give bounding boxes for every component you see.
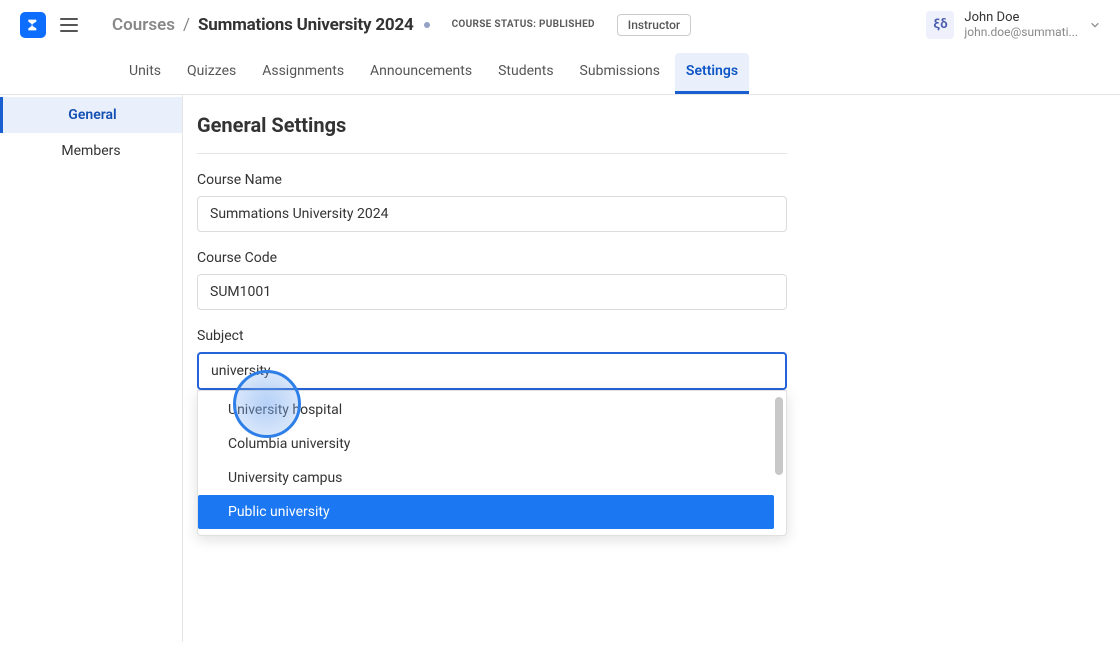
sidebar-item-general[interactable]: General	[0, 97, 182, 133]
page-title: General Settings	[197, 113, 787, 154]
subject-label: Subject	[197, 328, 787, 344]
tab-announcements[interactable]: Announcements	[359, 53, 483, 94]
avatar-initials: ξδ	[933, 17, 947, 32]
dropdown-option[interactable]: University campus	[198, 461, 774, 495]
subject-combobox: University hospital Columbia university …	[197, 352, 787, 390]
dropdown-option-highlighted[interactable]: Public university	[198, 495, 774, 529]
user-menu[interactable]: ξδ John Doe john.doe@summati...	[926, 10, 1100, 39]
tab-settings[interactable]: Settings	[675, 53, 749, 94]
subject-group: Subject University hospital Columbia uni…	[197, 328, 787, 390]
hamburger-menu-icon[interactable]	[60, 18, 78, 32]
course-status-label: COURSE STATUS: PUBLISHED	[452, 19, 595, 30]
user-email: john.doe@summati...	[964, 25, 1078, 39]
course-name-label: Course Name	[197, 172, 787, 188]
subject-input[interactable]	[197, 352, 787, 390]
user-name: John Doe	[964, 10, 1078, 25]
sidebar-item-members[interactable]: Members	[0, 133, 182, 169]
settings-sidebar: General Members	[0, 95, 183, 642]
breadcrumb: Courses / Summations University 2024	[112, 15, 430, 35]
tab-assignments[interactable]: Assignments	[251, 53, 355, 94]
dropdown-scrollbar[interactable]	[775, 397, 783, 475]
role-badge: Instructor	[617, 14, 691, 36]
settings-content: General Settings Course Name Course Code…	[183, 95, 1120, 642]
breadcrumb-separator: /	[183, 15, 190, 35]
dropdown-option[interactable]: University hospital	[198, 393, 774, 427]
tab-students[interactable]: Students	[487, 53, 564, 94]
avatar: ξδ	[926, 11, 954, 39]
main-area: General Members General Settings Course …	[0, 95, 1120, 642]
course-code-group: Course Code	[197, 250, 787, 310]
sigma-logo-icon	[25, 17, 41, 33]
breadcrumb-root[interactable]: Courses	[112, 15, 175, 35]
course-code-input[interactable]	[197, 274, 787, 310]
course-name-group: Course Name	[197, 172, 787, 232]
sidebar-item-label: Members	[61, 143, 120, 159]
course-tabs: Units Quizzes Assignments Announcements …	[0, 47, 1120, 95]
user-info: John Doe john.doe@summati...	[964, 10, 1078, 39]
tab-submissions[interactable]: Submissions	[569, 53, 671, 94]
chevron-down-icon	[1090, 20, 1100, 30]
breadcrumb-current[interactable]: Summations University 2024	[198, 15, 414, 35]
app-logo[interactable]	[20, 12, 46, 38]
tab-quizzes[interactable]: Quizzes	[176, 53, 247, 94]
subject-dropdown: University hospital Columbia university …	[197, 390, 787, 536]
dropdown-option[interactable]: Columbia university	[198, 427, 774, 461]
course-name-input[interactable]	[197, 196, 787, 232]
header-bar: Courses / Summations University 2024 COU…	[0, 0, 1120, 47]
tab-units[interactable]: Units	[118, 53, 172, 94]
course-code-label: Course Code	[197, 250, 787, 266]
sidebar-item-label: General	[68, 107, 116, 123]
status-dot-icon	[424, 22, 430, 28]
